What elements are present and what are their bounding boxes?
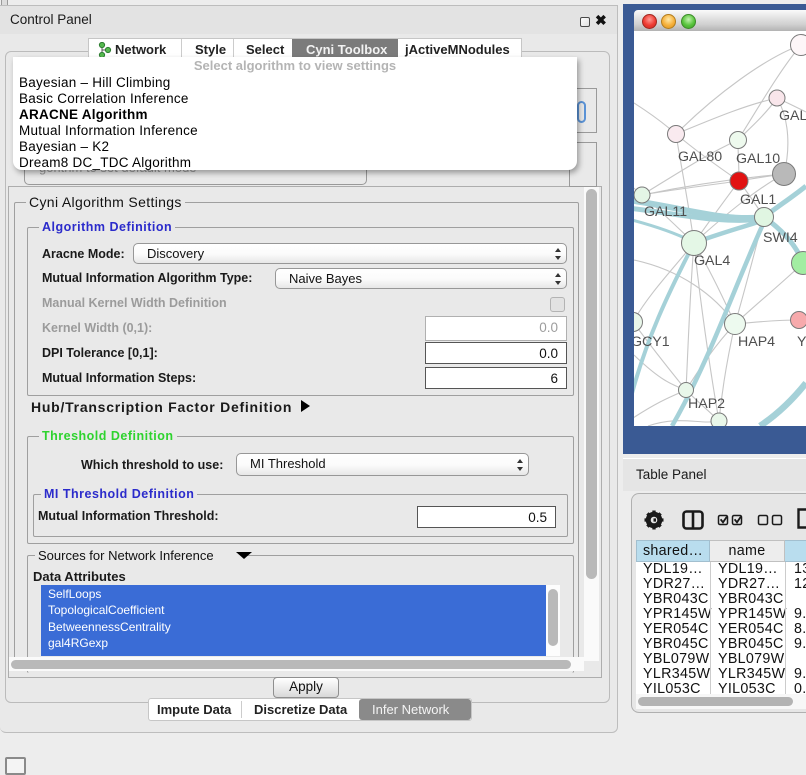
svg-text:YJL2: YJL2 xyxy=(797,334,806,350)
svg-text:GAL80: GAL80 xyxy=(678,149,722,165)
svg-text:GAL4: GAL4 xyxy=(694,253,730,269)
svg-text:GAL1: GAL1 xyxy=(740,192,776,208)
svg-text:GAL2: GAL2 xyxy=(779,108,806,124)
svg-text:HAP2: HAP2 xyxy=(688,396,725,412)
svg-text:GCY1: GCY1 xyxy=(634,334,670,350)
svg-text:GAL10: GAL10 xyxy=(736,151,780,167)
svg-text:HAP4: HAP4 xyxy=(738,334,775,350)
svg-text:GAL11: GAL11 xyxy=(644,204,687,220)
svg-text:SWI4: SWI4 xyxy=(763,230,798,246)
